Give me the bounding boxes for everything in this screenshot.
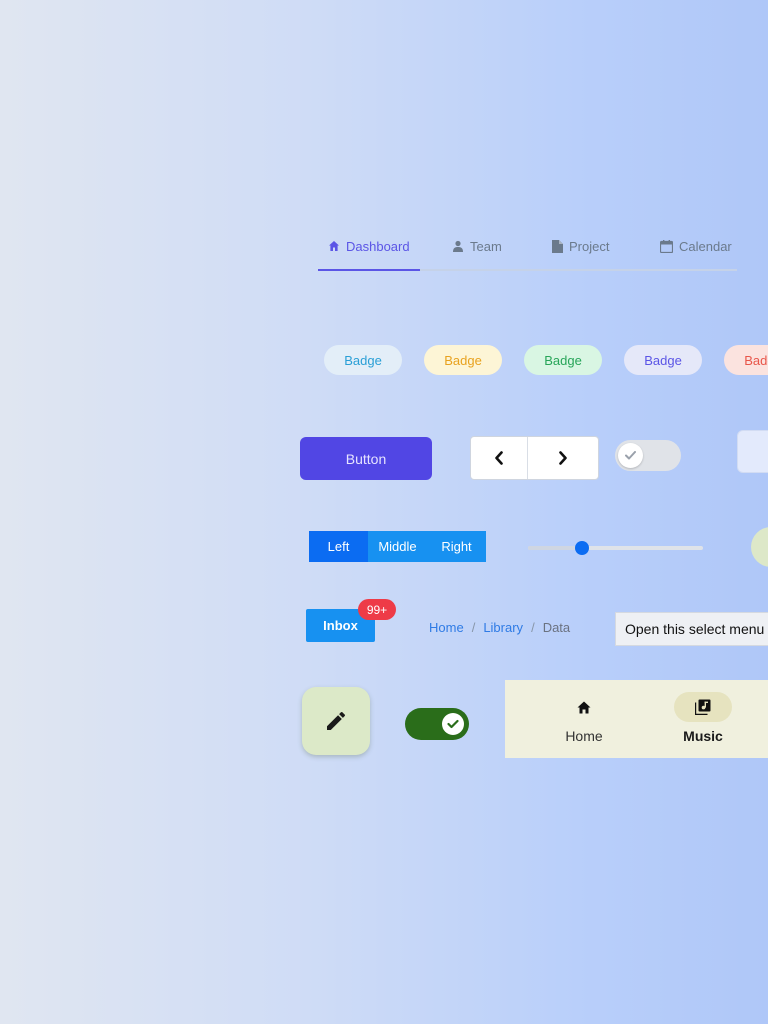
nav-label-home: Home	[565, 728, 603, 744]
tab-team[interactable]: Team	[452, 228, 502, 264]
action-chip[interactable]	[751, 527, 768, 567]
home-icon	[577, 701, 591, 713]
tab-label: Team	[470, 238, 502, 254]
toggle-knob	[618, 443, 643, 468]
breadcrumb: Home / Library / Data	[429, 620, 570, 635]
segment-right[interactable]: Right	[427, 531, 486, 562]
badge-indigo: Badge	[624, 345, 702, 375]
inbox-label: Inbox	[323, 618, 358, 633]
tab-label: Calendar	[679, 238, 732, 254]
tabs-active-indicator	[318, 269, 420, 271]
badge-label: Badge	[544, 352, 582, 368]
toggle-knob	[442, 713, 464, 735]
breadcrumb-current: Data	[542, 620, 571, 635]
segment-left[interactable]: Left	[309, 531, 368, 562]
select-menu[interactable]: Open this select menu	[615, 612, 768, 646]
badge-blue: Badge	[324, 345, 402, 375]
previous-button[interactable]	[471, 437, 527, 479]
tab-label: Dashboard	[346, 238, 410, 254]
segment-label: Right	[441, 539, 472, 554]
badge-label: Badge	[444, 352, 482, 368]
badge-yellow: Badge	[424, 345, 502, 375]
badge-label: Badge	[744, 352, 768, 368]
nav-label-music: Music	[683, 728, 723, 744]
nav-item-home[interactable]: Home	[524, 680, 644, 758]
slider-thumb[interactable]	[575, 541, 590, 555]
breadcrumb-library[interactable]: Library	[483, 620, 523, 635]
badge-label: Badge	[344, 352, 382, 368]
select-placeholder: Open this select menu	[625, 621, 765, 637]
chevron-right-icon	[559, 451, 567, 465]
library-music-icon	[695, 699, 711, 715]
count-label: 99+	[366, 602, 388, 617]
check-icon	[625, 451, 636, 460]
nav-icon-container	[555, 692, 613, 722]
chevron-left-icon	[495, 451, 503, 465]
next-button[interactable]	[527, 437, 598, 479]
user-icon	[453, 240, 463, 252]
tab-project[interactable]: Project	[552, 228, 609, 264]
segment-label: Middle	[378, 539, 417, 554]
tab-label: Project	[569, 238, 610, 254]
notification-count-badge: 99+	[358, 599, 396, 620]
range-slider[interactable]	[528, 540, 703, 556]
nav-tabs: Dashboard Team Project Calendar	[318, 228, 737, 272]
nav-icon-container-active	[674, 692, 732, 722]
check-icon	[447, 719, 459, 729]
calendar-icon	[660, 239, 673, 253]
segmented-control: Left Middle Right	[309, 531, 486, 562]
pencil-icon	[327, 711, 346, 730]
segment-middle[interactable]: Middle	[368, 531, 427, 562]
breadcrumb-home[interactable]: Home	[429, 620, 464, 635]
badge-green: Badge	[524, 345, 602, 375]
home-icon	[329, 241, 339, 251]
pager	[470, 436, 599, 480]
primary-button-label: Button	[345, 450, 387, 467]
edit-fab[interactable]	[302, 687, 370, 755]
segment-label: Left	[327, 539, 350, 554]
tab-calendar[interactable]: Calendar	[660, 228, 732, 264]
breadcrumb-separator: /	[471, 620, 476, 635]
badge-label: Badge	[644, 352, 682, 368]
primary-button[interactable]: Button	[300, 437, 432, 480]
badge-red: Badge	[724, 345, 768, 375]
bottom-navigation: Home Music	[505, 680, 768, 758]
nav-item-music[interactable]: Music	[643, 680, 763, 758]
file-icon	[552, 239, 563, 253]
breadcrumb-separator: /	[531, 620, 535, 635]
toggle-switch-off[interactable]	[615, 440, 681, 471]
tab-dashboard[interactable]: Dashboard	[328, 228, 410, 264]
text-input[interactable]	[737, 430, 768, 473]
slider-fill	[528, 546, 583, 550]
toggle-switch-on[interactable]	[405, 708, 469, 740]
